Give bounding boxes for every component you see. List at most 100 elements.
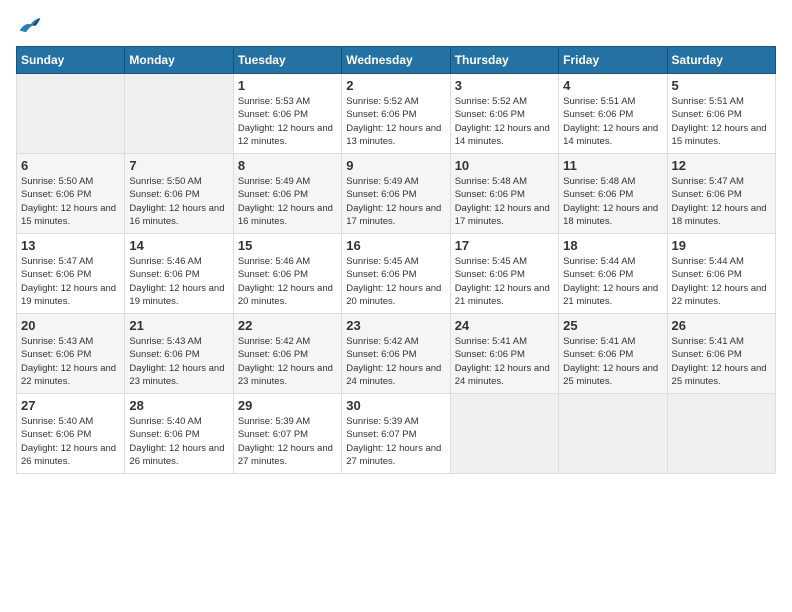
day-number: 15 — [238, 238, 337, 253]
day-number: 12 — [672, 158, 771, 173]
day-info: Sunrise: 5:47 AM Sunset: 6:06 PM Dayligh… — [672, 175, 771, 228]
day-number: 6 — [21, 158, 120, 173]
day-number: 28 — [129, 398, 228, 413]
day-info: Sunrise: 5:41 AM Sunset: 6:06 PM Dayligh… — [563, 335, 662, 388]
weekday-header-saturday: Saturday — [667, 47, 775, 74]
calendar-week-3: 13 Sunrise: 5:47 AM Sunset: 6:06 PM Dayli… — [17, 234, 776, 314]
page-header — [16, 16, 776, 34]
weekday-header-sunday: Sunday — [17, 47, 125, 74]
day-number: 20 — [21, 318, 120, 333]
calendar-cell: 17 Sunrise: 5:45 AM Sunset: 6:06 PM Dayli… — [450, 234, 558, 314]
day-info: Sunrise: 5:43 AM Sunset: 6:06 PM Dayligh… — [129, 335, 228, 388]
calendar-cell: 5Sunrise: 5:51 AM Sunset: 6:06 PM Daylig… — [667, 74, 775, 154]
day-info: Sunrise: 5:42 AM Sunset: 6:06 PM Dayligh… — [346, 335, 445, 388]
calendar-cell: 26Sunrise: 5:41 AM Sunset: 6:06 PM Dayli… — [667, 314, 775, 394]
day-info: Sunrise: 5:40 AM Sunset: 6:06 PM Dayligh… — [21, 415, 120, 468]
day-number: 30 — [346, 398, 445, 413]
day-number: 8 — [238, 158, 337, 173]
weekday-header-friday: Friday — [559, 47, 667, 74]
weekday-header-monday: Monday — [125, 47, 233, 74]
weekday-header-thursday: Thursday — [450, 47, 558, 74]
day-number: 14 — [129, 238, 228, 253]
day-info: Sunrise: 5:41 AM Sunset: 6:06 PM Dayligh… — [672, 335, 771, 388]
day-number: 27 — [21, 398, 120, 413]
calendar-cell: 3 Sunrise: 5:52 AM Sunset: 6:06 PM Daylig… — [450, 74, 558, 154]
weekday-header-wednesday: Wednesday — [342, 47, 450, 74]
day-number: 16 — [346, 238, 445, 253]
day-number: 18 — [563, 238, 662, 253]
calendar-cell: 23 Sunrise: 5:42 AM Sunset: 6:06 PM Dayli… — [342, 314, 450, 394]
day-info: Sunrise: 5:52 AM Sunset: 6:06 PM Dayligh… — [455, 95, 554, 148]
calendar-cell — [667, 394, 775, 474]
day-info: Sunrise: 5:48 AM Sunset: 6:06 PM Dayligh… — [455, 175, 554, 228]
day-number: 21 — [129, 318, 228, 333]
calendar-week-1: 1 Sunrise: 5:53 AM Sunset: 6:06 PM Daylig… — [17, 74, 776, 154]
calendar-cell: 12 Sunrise: 5:47 AM Sunset: 6:06 PM Dayli… — [667, 154, 775, 234]
day-info: Sunrise: 5:44 AM Sunset: 6:06 PM Dayligh… — [672, 255, 771, 308]
calendar-cell: 8 Sunrise: 5:49 AM Sunset: 6:06 PM Daylig… — [233, 154, 341, 234]
day-number: 13 — [21, 238, 120, 253]
day-info: Sunrise: 5:49 AM Sunset: 6:06 PM Dayligh… — [346, 175, 445, 228]
calendar-cell: 10 Sunrise: 5:48 AM Sunset: 6:06 PM Dayli… — [450, 154, 558, 234]
calendar-cell — [17, 74, 125, 154]
day-info: Sunrise: 5:45 AM Sunset: 6:06 PM Dayligh… — [455, 255, 554, 308]
day-info: Sunrise: 5:43 AM Sunset: 6:06 PM Dayligh… — [21, 335, 120, 388]
calendar-cell: 1 Sunrise: 5:53 AM Sunset: 6:06 PM Daylig… — [233, 74, 341, 154]
calendar-cell — [559, 394, 667, 474]
calendar-cell: 25 Sunrise: 5:41 AM Sunset: 6:06 PM Dayli… — [559, 314, 667, 394]
calendar-cell: 13 Sunrise: 5:47 AM Sunset: 6:06 PM Dayli… — [17, 234, 125, 314]
day-number: 1 — [238, 78, 337, 93]
day-number: 10 — [455, 158, 554, 173]
calendar-cell: 22 Sunrise: 5:42 AM Sunset: 6:06 PM Dayli… — [233, 314, 341, 394]
day-info: Sunrise: 5:49 AM Sunset: 6:06 PM Dayligh… — [238, 175, 337, 228]
calendar-week-4: 20 Sunrise: 5:43 AM Sunset: 6:06 PM Dayli… — [17, 314, 776, 394]
day-number: 24 — [455, 318, 554, 333]
day-number: 3 — [455, 78, 554, 93]
calendar-cell: 11 Sunrise: 5:48 AM Sunset: 6:06 PM Dayli… — [559, 154, 667, 234]
day-info: Sunrise: 5:40 AM Sunset: 6:06 PM Dayligh… — [129, 415, 228, 468]
day-number: 29 — [238, 398, 337, 413]
day-info: Sunrise: 5:50 AM Sunset: 6:06 PM Dayligh… — [129, 175, 228, 228]
calendar-cell: 20 Sunrise: 5:43 AM Sunset: 6:06 PM Dayli… — [17, 314, 125, 394]
calendar-cell: 30 Sunrise: 5:39 AM Sunset: 6:07 PM Dayli… — [342, 394, 450, 474]
calendar-cell: 2 Sunrise: 5:52 AM Sunset: 6:06 PM Daylig… — [342, 74, 450, 154]
logo — [16, 16, 42, 34]
calendar-cell: 27 Sunrise: 5:40 AM Sunset: 6:06 PM Dayli… — [17, 394, 125, 474]
day-info: Sunrise: 5:52 AM Sunset: 6:06 PM Dayligh… — [346, 95, 445, 148]
day-info: Sunrise: 5:39 AM Sunset: 6:07 PM Dayligh… — [346, 415, 445, 468]
day-number: 25 — [563, 318, 662, 333]
calendar-cell: 18 Sunrise: 5:44 AM Sunset: 6:06 PM Dayli… — [559, 234, 667, 314]
calendar-cell: 6 Sunrise: 5:50 AM Sunset: 6:06 PM Daylig… — [17, 154, 125, 234]
calendar-cell — [125, 74, 233, 154]
day-info: Sunrise: 5:51 AM Sunset: 6:06 PM Dayligh… — [563, 95, 662, 148]
day-number: 7 — [129, 158, 228, 173]
calendar-cell: 29 Sunrise: 5:39 AM Sunset: 6:07 PM Dayli… — [233, 394, 341, 474]
logo-bird-icon — [18, 16, 42, 34]
day-info: Sunrise: 5:44 AM Sunset: 6:06 PM Dayligh… — [563, 255, 662, 308]
calendar-cell: 9 Sunrise: 5:49 AM Sunset: 6:06 PM Daylig… — [342, 154, 450, 234]
day-info: Sunrise: 5:53 AM Sunset: 6:06 PM Dayligh… — [238, 95, 337, 148]
calendar-cell: 4Sunrise: 5:51 AM Sunset: 6:06 PM Daylig… — [559, 74, 667, 154]
day-info: Sunrise: 5:47 AM Sunset: 6:06 PM Dayligh… — [21, 255, 120, 308]
calendar-week-2: 6 Sunrise: 5:50 AM Sunset: 6:06 PM Daylig… — [17, 154, 776, 234]
day-info: Sunrise: 5:46 AM Sunset: 6:06 PM Dayligh… — [129, 255, 228, 308]
day-info: Sunrise: 5:39 AM Sunset: 6:07 PM Dayligh… — [238, 415, 337, 468]
day-info: Sunrise: 5:48 AM Sunset: 6:06 PM Dayligh… — [563, 175, 662, 228]
day-number: 23 — [346, 318, 445, 333]
calendar-cell: 16Sunrise: 5:45 AM Sunset: 6:06 PM Dayli… — [342, 234, 450, 314]
day-info: Sunrise: 5:50 AM Sunset: 6:06 PM Dayligh… — [21, 175, 120, 228]
calendar-cell — [450, 394, 558, 474]
weekday-header-row: SundayMondayTuesdayWednesdayThursdayFrid… — [17, 47, 776, 74]
calendar-cell: 19Sunrise: 5:44 AM Sunset: 6:06 PM Dayli… — [667, 234, 775, 314]
day-number: 9 — [346, 158, 445, 173]
calendar-cell: 15 Sunrise: 5:46 AM Sunset: 6:06 PM Dayli… — [233, 234, 341, 314]
day-info: Sunrise: 5:42 AM Sunset: 6:06 PM Dayligh… — [238, 335, 337, 388]
day-number: 11 — [563, 158, 662, 173]
day-number: 17 — [455, 238, 554, 253]
calendar-cell: 14 Sunrise: 5:46 AM Sunset: 6:06 PM Dayli… — [125, 234, 233, 314]
day-number: 2 — [346, 78, 445, 93]
day-number: 22 — [238, 318, 337, 333]
day-info: Sunrise: 5:46 AM Sunset: 6:06 PM Dayligh… — [238, 255, 337, 308]
calendar-week-5: 27 Sunrise: 5:40 AM Sunset: 6:06 PM Dayli… — [17, 394, 776, 474]
calendar-table: SundayMondayTuesdayWednesdayThursdayFrid… — [16, 46, 776, 474]
